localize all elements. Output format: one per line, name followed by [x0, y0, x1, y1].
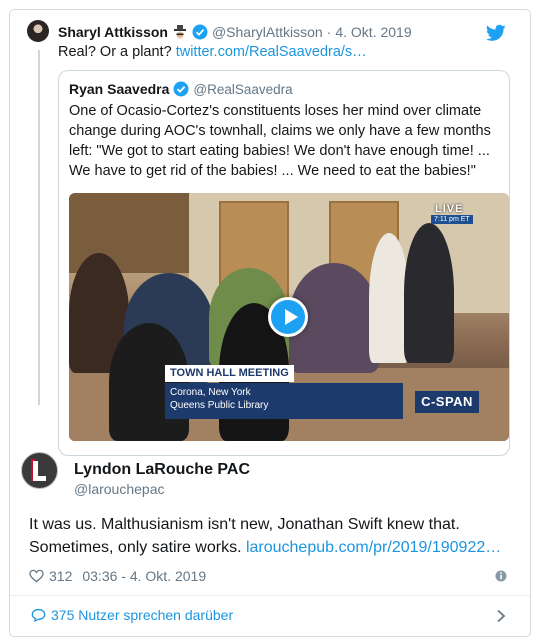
info-icon[interactable]: [495, 570, 507, 582]
verified-badge-icon: [173, 81, 189, 97]
parent-tweet-link[interactable]: twitter.com/RealSaavedra/s…: [176, 44, 367, 60]
verified-badge-icon: [192, 24, 208, 40]
date-separator: ·: [326, 24, 332, 40]
cspan-logo: C-SPAN: [415, 391, 479, 413]
play-icon: [285, 309, 298, 325]
quoted-author-name[interactable]: Ryan Saavedra: [69, 81, 169, 97]
larouche-avatar[interactable]: [21, 452, 58, 489]
conversation-label: 375 Nutzer sprechen darüber: [51, 607, 234, 623]
thread-connector-line: [38, 50, 40, 405]
lower-third-body: Corona, New York Queens Public Library: [165, 383, 403, 419]
lower-third-caption: TOWN HALL MEETING Corona, New York Queen…: [165, 365, 403, 421]
reply-author-handle[interactable]: @larouchepac: [74, 481, 165, 497]
quoted-tweet-header: Ryan Saavedra @RealSaavedra: [69, 81, 293, 97]
reply-tweet-text: It was us. Malthusianism isn't new, Jona…: [29, 513, 509, 559]
video-person: [404, 223, 454, 363]
parent-tweet-date[interactable]: 4. Okt. 2019: [335, 24, 411, 40]
parent-tweet-body: Real? Or a plant?: [58, 44, 176, 60]
footer-divider: [10, 595, 530, 596]
live-label: LIVE: [435, 203, 464, 215]
quoted-tweet-text: One of Ocasio-Cortez's constituents lose…: [69, 103, 491, 179]
video-player[interactable]: LIVE 7:11 pm ET TOWN HALL MEETING Corona…: [69, 193, 509, 441]
tweet-meta-row: 312 03:36 - 4. Okt. 2019: [29, 568, 206, 584]
reply-author-name[interactable]: Lyndon LaRouche PAC: [74, 461, 250, 479]
lower-third-location: Corona, New York: [170, 387, 251, 398]
sharyl-avatar[interactable]: [27, 20, 49, 42]
parent-tweet-text: Real? Or a plant? twitter.com/RealSaaved…: [58, 44, 367, 60]
lower-third-title: TOWN HALL MEETING: [165, 365, 294, 382]
play-button[interactable]: [268, 297, 308, 337]
chevron-right-icon[interactable]: [496, 609, 506, 623]
video-person: [369, 233, 409, 363]
quoted-author-handle[interactable]: @RealSaavedra: [193, 82, 292, 97]
logo-l-mark: [33, 461, 46, 481]
heart-icon[interactable]: [29, 569, 44, 583]
quoted-tweet-card[interactable]: Ryan Saavedra @RealSaavedra One of Ocasi…: [58, 70, 510, 456]
parent-author-handle[interactable]: @SharylAttkisson: [212, 24, 323, 40]
like-count[interactable]: 312: [49, 568, 72, 584]
tweet-timestamp[interactable]: 03:36 - 4. Okt. 2019: [82, 568, 206, 584]
parent-tweet-header: Sharyl Attkisson @SharylAttkisson · 4. O…: [58, 24, 412, 40]
twitter-bird-icon[interactable]: [486, 24, 506, 42]
live-time: 7:11 pm ET: [431, 215, 473, 224]
parent-author-name[interactable]: Sharyl Attkisson: [58, 24, 168, 40]
conversation-link[interactable]: 375 Nutzer sprechen darüber: [31, 607, 233, 623]
reply-tweet-link[interactable]: larouchepub.com/pr/2019/190922…: [246, 539, 501, 556]
speech-bubble-icon: [31, 608, 46, 622]
spy-emoji-icon: [173, 25, 186, 39]
lower-third-venue: Queens Public Library: [170, 400, 269, 411]
